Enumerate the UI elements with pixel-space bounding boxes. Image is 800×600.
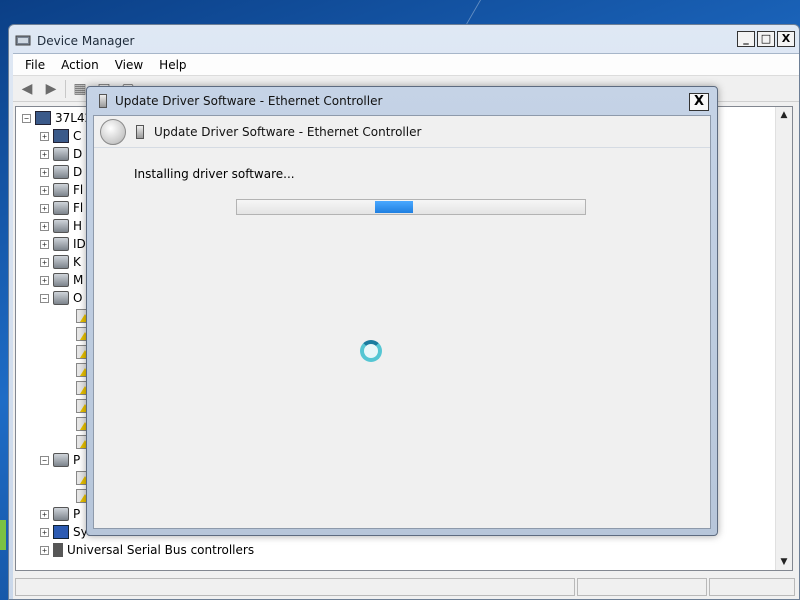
tree-item[interactable]: + C xyxy=(40,127,81,145)
update-driver-dialog: Update Driver Software - Ethernet Contro… xyxy=(86,86,718,536)
expand-icon[interactable]: + xyxy=(40,527,49,537)
tree-item-label: P xyxy=(73,453,81,467)
menu-bar: File Action View Help xyxy=(13,54,799,76)
computer-icon xyxy=(53,129,69,143)
tree-item-label: O xyxy=(73,291,83,305)
status-pane-tertiary xyxy=(709,578,795,596)
tree-item[interactable]: + Fl xyxy=(40,181,83,199)
device-manager-titlebar[interactable]: Device Manager xyxy=(15,31,739,51)
back-arrow-icon[interactable]: ◀ xyxy=(17,80,37,98)
menu-view[interactable]: View xyxy=(109,56,149,74)
device-icon xyxy=(99,94,107,108)
tree-item[interactable]: − O xyxy=(40,289,82,307)
status-bar xyxy=(13,575,799,599)
device-icon xyxy=(136,124,144,139)
hid-icon xyxy=(53,219,69,233)
expand-icon[interactable]: + xyxy=(40,239,49,249)
expand-icon[interactable]: + xyxy=(40,185,49,195)
tree-item[interactable]: + D xyxy=(40,163,82,181)
status-pane-secondary xyxy=(577,578,707,596)
collapse-icon[interactable]: − xyxy=(40,455,49,465)
computer-icon xyxy=(35,111,51,125)
dialog-header-title: Update Driver Software - Ethernet Contro… xyxy=(154,124,422,139)
tree-item[interactable]: − P xyxy=(40,451,80,469)
menu-help[interactable]: Help xyxy=(153,56,192,74)
tree-item-label: C xyxy=(73,129,82,143)
minimize-button[interactable]: _ xyxy=(737,31,755,47)
tree-item-label: Fl xyxy=(73,183,84,197)
vertical-scrollbar[interactable]: ▲ ▼ xyxy=(775,107,792,570)
tree-item[interactable]: + Universal Serial Bus controllers xyxy=(40,541,254,559)
other-devices-icon xyxy=(53,291,69,305)
floppy-icon xyxy=(53,183,69,197)
progress-marquee xyxy=(375,201,413,213)
expand-icon[interactable]: + xyxy=(40,275,49,285)
tree-item-label: ID xyxy=(73,237,86,251)
scroll-down-icon[interactable]: ▼ xyxy=(776,554,792,570)
tree-item[interactable]: + M xyxy=(40,271,83,289)
expand-icon[interactable]: + xyxy=(40,149,49,159)
scroll-up-icon[interactable]: ▲ xyxy=(776,107,792,123)
busy-spinner-icon xyxy=(360,340,382,362)
dialog-content: Update Driver Software - Ethernet Contro… xyxy=(93,115,711,529)
dialog-titlebar[interactable]: Update Driver Software - Ethernet Contro… xyxy=(87,87,717,115)
display-adapters-icon xyxy=(53,165,69,179)
tree-root[interactable]: − 37L42 xyxy=(22,109,92,127)
expand-icon[interactable]: + xyxy=(40,221,49,231)
tree-item-label: Universal Serial Bus controllers xyxy=(67,543,255,557)
expand-icon[interactable]: + xyxy=(40,545,49,555)
tree-item[interactable]: + K xyxy=(40,253,81,271)
dialog-title: Update Driver Software - Ethernet Contro… xyxy=(115,94,383,108)
expand-icon[interactable]: + xyxy=(40,131,49,141)
device-manager-app-icon xyxy=(15,35,31,46)
tree-item[interactable]: + ID xyxy=(40,235,86,253)
desktop-edge-accent xyxy=(0,520,6,550)
tree-item-label: K xyxy=(73,255,81,269)
tree-item[interactable]: + Fl xyxy=(40,199,83,217)
menu-action[interactable]: Action xyxy=(55,56,105,74)
disk-drives-icon xyxy=(53,147,69,161)
device-manager-title: Device Manager xyxy=(37,34,135,48)
tree-item-label: H xyxy=(73,219,83,233)
close-button[interactable]: X xyxy=(777,31,795,47)
dialog-header: Update Driver Software - Ethernet Contro… xyxy=(94,116,710,148)
progress-bar xyxy=(236,199,586,215)
floppy-controller-icon xyxy=(53,201,69,215)
usb-icon xyxy=(53,543,63,557)
expand-icon[interactable]: + xyxy=(40,203,49,213)
status-pane-main xyxy=(15,578,575,596)
tree-item-label: Fl xyxy=(73,201,84,215)
keyboard-icon xyxy=(53,255,69,269)
tree-item-label: P xyxy=(73,507,81,521)
window-controls: _ □ X xyxy=(737,31,795,47)
tree-item-label: D xyxy=(73,165,83,179)
maximize-button[interactable]: □ xyxy=(757,31,775,47)
system-devices-icon xyxy=(53,525,69,539)
tree-item-label: M xyxy=(73,273,84,287)
ide-controller-icon xyxy=(53,237,69,251)
mouse-icon xyxy=(53,273,69,287)
menu-file[interactable]: File xyxy=(19,56,51,74)
collapse-icon[interactable]: − xyxy=(22,113,31,123)
dialog-close-button[interactable]: X xyxy=(689,93,709,111)
forward-arrow-icon[interactable]: ▶ xyxy=(41,80,61,98)
processors-icon xyxy=(53,507,69,521)
ports-icon xyxy=(53,453,69,467)
expand-icon[interactable]: + xyxy=(40,257,49,267)
expand-icon[interactable]: + xyxy=(40,509,49,519)
install-status-text: Installing driver software... xyxy=(134,167,295,181)
tree-item[interactable]: + H xyxy=(40,217,82,235)
expand-icon[interactable]: + xyxy=(40,167,49,177)
tree-item[interactable]: + P xyxy=(40,505,80,523)
toolbar-separator xyxy=(65,79,66,98)
back-button[interactable] xyxy=(100,118,126,145)
collapse-icon[interactable]: − xyxy=(40,293,49,303)
tree-item[interactable]: + D xyxy=(40,145,82,163)
tree-item-label: D xyxy=(73,147,83,161)
